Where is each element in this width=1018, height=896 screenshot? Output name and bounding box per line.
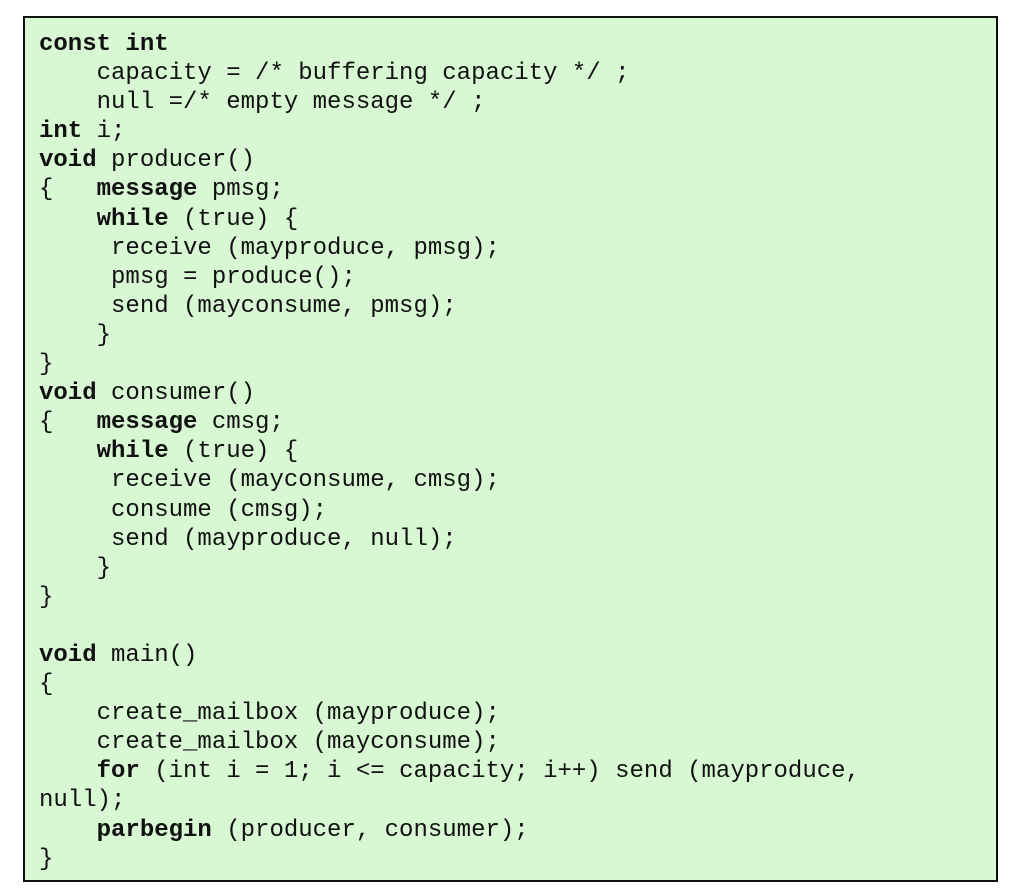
code-line: while (true) { bbox=[39, 437, 860, 466]
code-text: receive (mayproduce, pmsg); bbox=[39, 234, 500, 262]
code-text: main() bbox=[96, 641, 198, 669]
code-line: } bbox=[39, 350, 860, 379]
code-text: (true) { bbox=[168, 438, 299, 466]
code-keyword: parbegin bbox=[96, 816, 212, 844]
code-text: create_mailbox (mayproduce); bbox=[39, 700, 500, 728]
code-text: } bbox=[39, 351, 54, 379]
code-keyword: void bbox=[39, 641, 97, 669]
code-line: create_mailbox (mayproduce); bbox=[39, 699, 860, 728]
code-text: pmsg = produce(); bbox=[39, 263, 356, 291]
code-text: receive (mayconsume, cmsg); bbox=[39, 467, 500, 495]
code-text: consumer() bbox=[96, 380, 256, 408]
code-line: void producer() bbox=[39, 146, 860, 175]
code-line: } bbox=[39, 845, 860, 874]
code-text: (producer, consumer); bbox=[211, 816, 529, 844]
code-keyword: for bbox=[96, 758, 140, 786]
code-text: null); bbox=[39, 787, 126, 815]
code-text: { bbox=[39, 176, 97, 204]
code-keyword: while bbox=[96, 438, 169, 466]
code-line: create_mailbox (mayconsume); bbox=[39, 728, 860, 757]
code-line: null); bbox=[39, 786, 860, 815]
code-keyword: while bbox=[96, 205, 169, 233]
code-text: (int i = 1; i <= capacity; i++) send (ma… bbox=[139, 758, 860, 786]
code-line: null =/* empty message */ ; bbox=[39, 88, 860, 117]
code-text: { bbox=[39, 409, 97, 437]
code-text: } bbox=[39, 845, 54, 873]
code-text: null =/* empty message */ ; bbox=[39, 89, 486, 117]
code-line: } bbox=[39, 583, 860, 612]
code-text: cmsg; bbox=[197, 409, 284, 437]
code-line: int i; bbox=[39, 117, 860, 146]
code-line: consume (cmsg); bbox=[39, 496, 860, 525]
code-text: create_mailbox (mayconsume); bbox=[39, 729, 500, 757]
code-keyword: const int bbox=[39, 31, 169, 58]
code-line: send (mayconsume, pmsg); bbox=[39, 292, 860, 321]
code-line: capacity = /* buffering capacity */ ; bbox=[39, 59, 860, 88]
code-text: { bbox=[39, 671, 54, 699]
code-line: receive (mayproduce, pmsg); bbox=[39, 234, 860, 263]
code-line: for (int i = 1; i <= capacity; i++) send… bbox=[39, 757, 860, 786]
code-line: { bbox=[39, 670, 860, 699]
code-text: } bbox=[39, 583, 54, 611]
code-line: } bbox=[39, 554, 860, 583]
code-text: (true) { bbox=[168, 205, 299, 233]
code-line: send (mayproduce, null); bbox=[39, 525, 860, 554]
code-text: pmsg; bbox=[197, 176, 284, 204]
code-text: } bbox=[39, 554, 112, 582]
code-line: pmsg = produce(); bbox=[39, 263, 860, 292]
code-line: void consumer() bbox=[39, 379, 860, 408]
code-keyword: message bbox=[96, 409, 198, 437]
code-listing: const int capacity = /* buffering capaci… bbox=[39, 30, 860, 874]
code-text: send (mayproduce, null); bbox=[39, 525, 457, 553]
code-keyword: void bbox=[39, 147, 97, 175]
code-line: { message pmsg; bbox=[39, 175, 860, 204]
code-line: } bbox=[39, 321, 860, 350]
code-text: } bbox=[39, 321, 112, 349]
code-text: capacity = /* buffering capacity */ ; bbox=[39, 60, 630, 88]
code-text: send (mayconsume, pmsg); bbox=[39, 292, 457, 320]
code-text: i; bbox=[82, 118, 126, 146]
code-keyword: message bbox=[96, 176, 198, 204]
code-text: producer() bbox=[96, 147, 256, 175]
code-line: { message cmsg; bbox=[39, 408, 860, 437]
code-listing-box: const int capacity = /* buffering capaci… bbox=[23, 16, 998, 882]
code-keyword: void bbox=[39, 380, 97, 408]
code-text: consume (cmsg); bbox=[39, 496, 328, 524]
code-line: void main() bbox=[39, 641, 860, 670]
code-line: parbegin (producer, consumer); bbox=[39, 816, 860, 845]
code-line: receive (mayconsume, cmsg); bbox=[39, 466, 860, 495]
code-keyword: int bbox=[39, 118, 83, 146]
code-line: while (true) { bbox=[39, 205, 860, 234]
code-line: const int bbox=[39, 30, 860, 59]
